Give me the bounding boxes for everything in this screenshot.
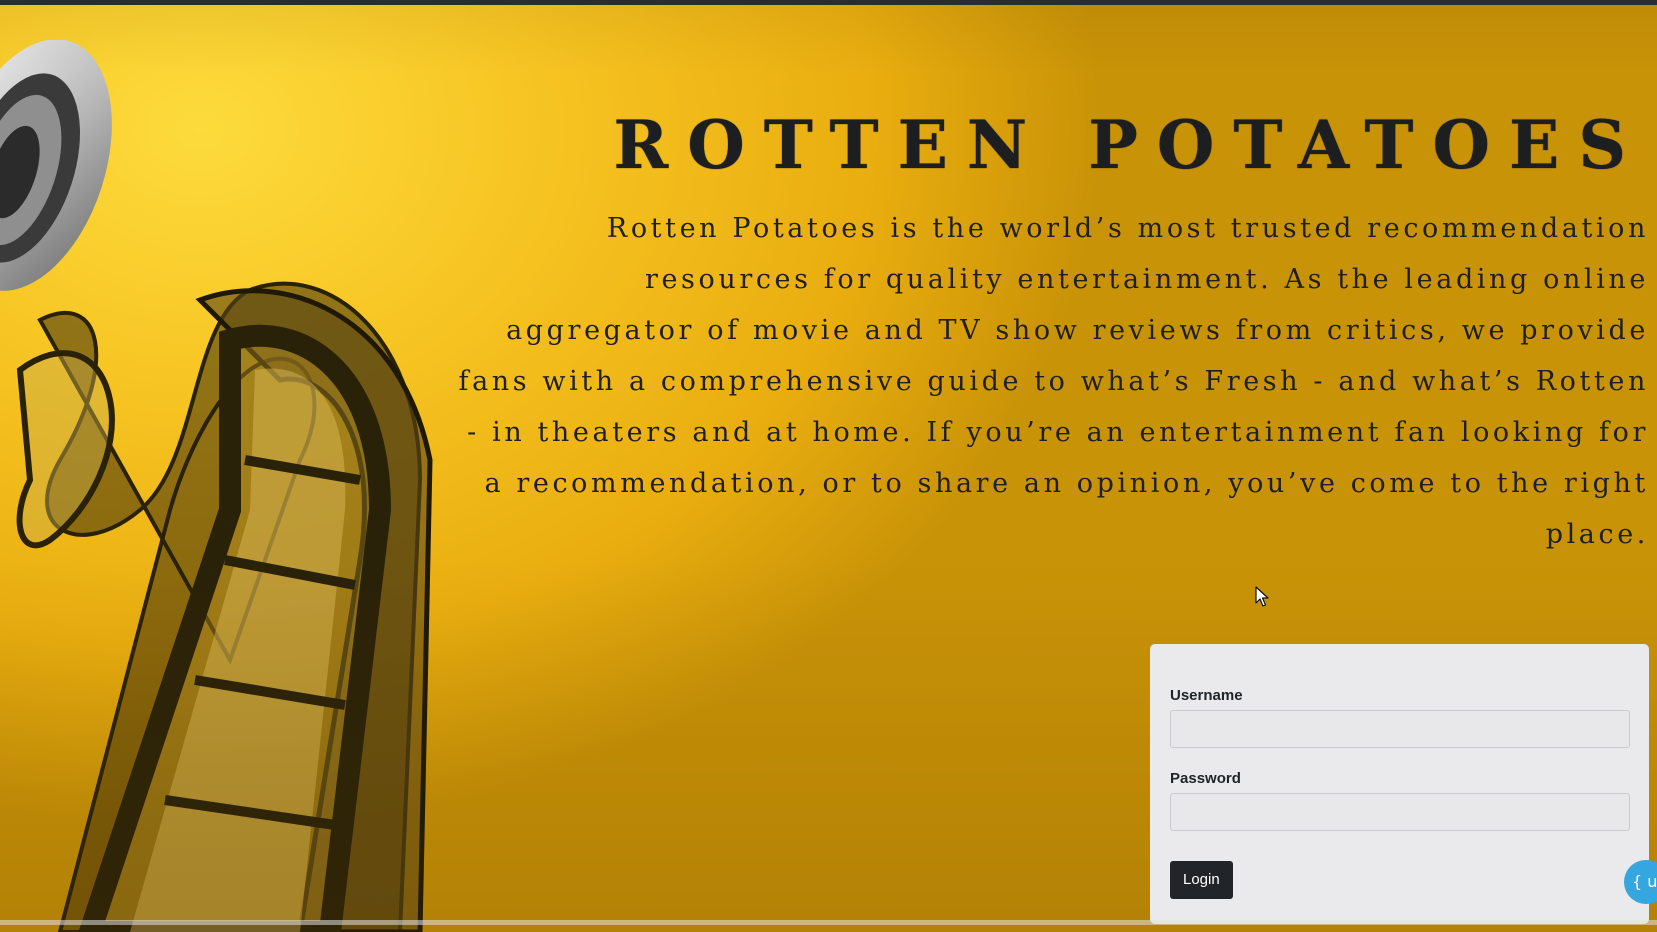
film-decoration — [0, 40, 433, 932]
login-button[interactable]: Login — [1170, 861, 1233, 899]
mouse-cursor-icon — [1255, 586, 1269, 607]
site-description: Rotten Potatoes is the world’s most trus… — [458, 213, 1649, 550]
floating-help-button[interactable]: { ui — [1624, 860, 1657, 904]
browser-top-strip — [0, 0, 1657, 5]
username-input[interactable] — [1170, 710, 1630, 748]
film-reel-icon — [0, 40, 112, 291]
password-input[interactable] — [1170, 793, 1630, 831]
floating-badge-text: { ui — [1624, 860, 1657, 904]
film-strip-icon — [16, 281, 433, 932]
username-label: Username — [1170, 687, 1243, 704]
site-title: ROTTEN POTATOES — [613, 106, 1645, 185]
login-form: Username Password Login — [1150, 644, 1649, 924]
password-label: Password — [1170, 770, 1241, 787]
horizontal-scrollbar[interactable] — [0, 920, 1657, 925]
